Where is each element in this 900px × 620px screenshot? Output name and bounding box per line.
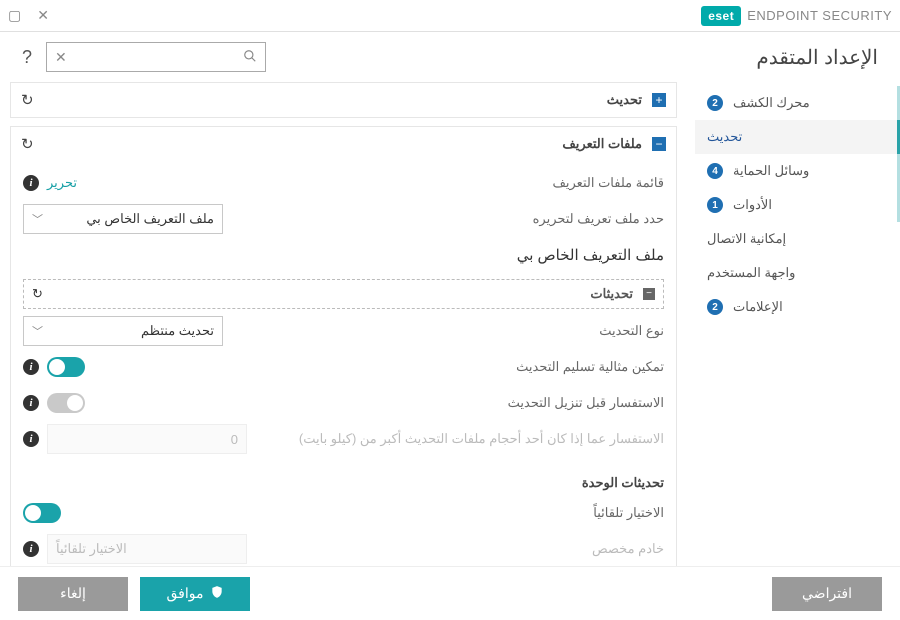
info-icon[interactable]: i (23, 431, 39, 447)
close-icon[interactable]: ✕ (37, 7, 49, 24)
sidebar-item-ui[interactable]: واجهة المستخدم (695, 256, 900, 290)
reset-icon[interactable]: ↻ (32, 286, 43, 302)
info-icon[interactable]: i (23, 395, 39, 411)
maximize-icon[interactable]: ▢ (8, 7, 21, 24)
default-button[interactable]: افتراضي (772, 577, 882, 611)
panel-update-collapsed: + تحديث ↻ (10, 82, 677, 118)
current-profile-label: ملف التعريف الخاص بي (23, 246, 664, 264)
titlebar: ✕ ▢ eset ENDPOINT SECURITY (0, 0, 900, 32)
info-icon[interactable]: i (23, 359, 39, 375)
header-row: الإعداد المتقدم ✕ ? (0, 32, 900, 82)
sidebar-badge: 2 (707, 299, 723, 315)
sidebar-badge: 2 (707, 95, 723, 111)
brand-badge: eset (701, 6, 741, 26)
sidebar-item-label: الأدوات (733, 197, 772, 213)
custom-server-input[interactable]: الاختيار تلقائياً (47, 534, 247, 564)
row-label: الاختيار تلقائياً (71, 505, 664, 521)
sidebar-item-tools[interactable]: الأدوات 1 (695, 188, 900, 222)
subsection-module-updates: تحديثات الوحدة (23, 475, 664, 491)
search-icon (243, 49, 257, 66)
sidebar-item-protections[interactable]: وسائل الحماية 4 (695, 154, 900, 188)
button-label: إلغاء (60, 585, 86, 602)
update-type-select[interactable]: تحديث منتظم ﹀ (23, 316, 223, 346)
row-profile-list: قائمة ملفات التعريف تحرير i (23, 165, 664, 201)
row-current-profile: ملف التعريف الخاص بي (23, 237, 664, 273)
select-value: ملف التعريف الخاص بي (86, 211, 214, 227)
sidebar: محرك الكشف 2 تحديث وسائل الحماية 4 الأدو… (695, 82, 900, 566)
sidebar-item-label: الإعلامات (733, 299, 783, 315)
row-delivery-optimization: تمكين مثالية تسليم التحديث i (23, 349, 664, 385)
expand-icon[interactable]: + (652, 93, 666, 107)
brand-product: ENDPOINT SECURITY (747, 8, 892, 23)
size-threshold-input[interactable]: 0 (47, 424, 247, 454)
sidebar-item-connectivity[interactable]: إمكانية الاتصال (695, 222, 900, 256)
row-label: تمكين مثالية تسليم التحديث (95, 359, 664, 375)
panel-profiles: − ملفات التعريف ↻ قائمة ملفات التعريف تح… (10, 126, 677, 566)
help-icon[interactable]: ? (22, 47, 32, 68)
sidebar-badge: 1 (707, 197, 723, 213)
panel-title: ملفات التعريف (44, 136, 642, 152)
sidebar-item-notifications[interactable]: الإعلامات 2 (695, 290, 900, 324)
profile-select[interactable]: ملف التعريف الخاص بي ﹀ (23, 204, 223, 234)
button-label: افتراضي (802, 585, 852, 602)
sidebar-badge: 4 (707, 163, 723, 179)
reset-icon[interactable]: ↻ (21, 135, 34, 153)
sidebar-item-label: محرك الكشف (733, 95, 810, 111)
input-value: الاختيار تلقائياً (56, 541, 127, 557)
row-label: الاستفسار عما إذا كان أحد أحجام ملفات ال… (257, 431, 664, 447)
collapse-icon[interactable]: − (643, 288, 655, 300)
sidebar-item-label: تحديث (707, 129, 742, 145)
search-input[interactable] (67, 50, 243, 65)
row-label: نوع التحديث (233, 323, 664, 339)
subheader-updates: − تحديثات ↻ (23, 279, 664, 309)
toggle-auto-select[interactable] (23, 503, 61, 523)
button-label: موافق (167, 585, 204, 602)
chevron-down-icon: ﹀ (32, 211, 43, 227)
row-ask-before-download: الاستفسار قبل تنزيل التحديث i (23, 385, 664, 421)
row-custom-server: خادم مخصص الاختيار تلقائياً i (23, 531, 664, 566)
search-input-wrapper[interactable]: ✕ (46, 42, 266, 72)
row-select-profile: حدد ملف تعريف لتحريره ملف التعريف الخاص … (23, 201, 664, 237)
sidebar-item-label: وسائل الحماية (733, 163, 809, 179)
sidebar-item-label: إمكانية الاتصال (707, 231, 786, 247)
brand: eset ENDPOINT SECURITY (701, 6, 892, 26)
page-title: الإعداد المتقدم (756, 45, 878, 70)
row-label: حدد ملف تعريف لتحريره (233, 211, 664, 227)
reset-icon[interactable]: ↻ (21, 91, 34, 109)
row-size-threshold: الاستفسار عما إذا كان أحد أحجام ملفات ال… (23, 421, 664, 457)
row-label: خادم مخصص (257, 541, 664, 557)
chevron-down-icon: ﹀ (32, 323, 43, 339)
collapse-icon[interactable]: − (652, 137, 666, 151)
row-update-type: نوع التحديث تحديث منتظم ﹀ (23, 313, 664, 349)
panel-title: تحديث (44, 92, 642, 108)
shield-icon (210, 585, 224, 602)
subheader-title: تحديثات (53, 286, 633, 302)
edit-link[interactable]: تحرير (47, 175, 77, 191)
row-label: قائمة ملفات التعريف (87, 175, 664, 191)
select-value: تحديث منتظم (141, 323, 214, 339)
footer: افتراضي موافق إلغاء (0, 566, 900, 620)
ok-button[interactable]: موافق (140, 577, 250, 611)
row-auto-select: الاختيار تلقائياً (23, 495, 664, 531)
content: + تحديث ↻ − ملفات التعريف ↻ قائمة ملفات … (0, 82, 695, 566)
main: محرك الكشف 2 تحديث وسائل الحماية 4 الأدو… (0, 82, 900, 566)
clear-search-icon[interactable]: ✕ (55, 49, 67, 66)
input-value: 0 (231, 432, 238, 447)
sidebar-item-label: واجهة المستخدم (707, 265, 795, 281)
toggle-ask-before-download[interactable] (47, 393, 85, 413)
sidebar-item-update[interactable]: تحديث (695, 120, 900, 154)
cancel-button[interactable]: إلغاء (18, 577, 128, 611)
row-label: الاستفسار قبل تنزيل التحديث (95, 395, 664, 411)
sidebar-item-detection-engine[interactable]: محرك الكشف 2 (695, 86, 900, 120)
info-icon[interactable]: i (23, 175, 39, 191)
info-icon[interactable]: i (23, 541, 39, 557)
toggle-delivery-optimization[interactable] (47, 357, 85, 377)
